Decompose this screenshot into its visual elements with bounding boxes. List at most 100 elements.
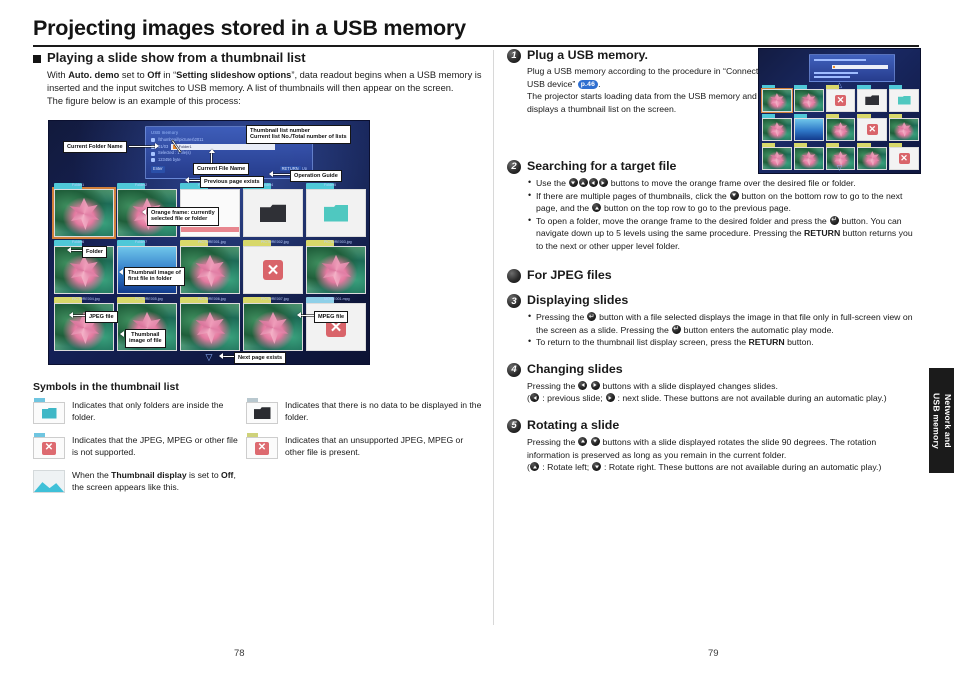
thumbnail-label: Folder7 [135, 240, 148, 244]
thumbnail-cell [857, 85, 888, 112]
paragraph: ( : previous slide; : next slide. These … [527, 393, 887, 404]
thumbnail-pane [52, 187, 116, 239]
step-2-title: Searching for a target file [527, 159, 677, 174]
symbols-row: ✕ Indicates that the JPEG, MPEG or other… [33, 433, 483, 459]
folder-closed-icon [865, 95, 880, 105]
thumbnail-cell[interactable]: PICTURE003.jpg [306, 240, 366, 294]
symbol-text-bold-1: Thumbnail display [111, 470, 187, 480]
side-tab-network-usb-memory: Network and USB memory [929, 368, 954, 473]
callout-thumbnail-list-number-line2: Current list No./Total number of lists [250, 134, 347, 141]
thumbnail-pane: ✕ [857, 117, 888, 141]
section-heading: Playing a slide show from a thumbnail li… [47, 50, 306, 65]
osd-enter-key: Enter [151, 165, 165, 173]
step-2-body: Use the buttons to move the orange frame… [527, 176, 919, 252]
thumbnail-cell[interactable]: PICTURE007.jpg [243, 297, 303, 351]
callout-current-folder-name: Current Folder Name [63, 141, 127, 153]
enter-button-icon [671, 324, 681, 334]
bullet-item: Use the buttons to move the orange frame… [527, 176, 919, 190]
callout-arrow-icon [119, 269, 123, 275]
intro-bold-setting-slideshow: Setting slideshow options [176, 69, 292, 80]
thumbnail-cell[interactable]: PICTURE002.jpg ✕ [243, 240, 303, 294]
thumbnail-cell[interactable]: PICTURE001.jpg [180, 240, 240, 294]
folder-unsupported-file-icon: ✕ [246, 433, 278, 459]
page-title-block: Projecting images stored in a USB memory [33, 16, 919, 48]
step-3-title: Displaying slides [527, 293, 629, 308]
osd-list-no: 01/03 [158, 143, 169, 149]
thumbnail-pane [857, 146, 888, 170]
folder-body [246, 402, 278, 424]
osd-line [814, 72, 858, 74]
title-divider [33, 44, 919, 48]
page-reference-badge[interactable]: p.46 [577, 79, 599, 90]
thumbnail-cell[interactable]: Folder5 [306, 183, 366, 237]
callout-line [129, 145, 155, 147]
osd-row4-icon [151, 158, 155, 163]
step-2-bullets: Use the buttons to move the orange frame… [527, 176, 919, 252]
intro-text-1: With [47, 69, 69, 80]
thumbnail-cell [762, 114, 792, 141]
osd-row3-icon [151, 151, 155, 156]
thumbnail-cell [889, 85, 919, 112]
osd-path: \\thumbnail\pictures\2011 [158, 136, 204, 142]
callout-thumb-first-file: Thumbnail image of first file in folder [124, 267, 185, 286]
symbol-item: Indicates that only folders are inside t… [33, 398, 246, 424]
photo-thumbnail [890, 118, 918, 140]
thumbnail-cell [793, 114, 824, 141]
thumbnail-label: PICTURE004.jpg [72, 297, 100, 301]
return-key-label: RETURN [804, 228, 841, 239]
side-tab-label: Network and USB memory [931, 392, 954, 449]
x-glyph: ✕ [255, 441, 269, 455]
thumbnail-label: PICTURE005.jpg [135, 297, 163, 301]
thumbnail-cell[interactable]: PICTURE006.jpg [180, 297, 240, 351]
symbol-text: Indicates that there is no data to be di… [285, 400, 482, 422]
left-arrow-button-icon [588, 178, 598, 188]
callout-jpeg-file: JPEG file [85, 311, 118, 323]
square-bullet-icon [33, 55, 41, 63]
thumbnail-list-figure: USB memory \\thumbnail\pictures\2011 01/… [48, 120, 370, 365]
thumbnail-cell[interactable]: MOVIE001.mpg ✕ [306, 297, 366, 351]
thumbnail-cell: ✕ [825, 85, 856, 112]
osd-row4-text: 123456 byte [158, 157, 181, 162]
thumbnail-pane [793, 117, 824, 141]
step-5-body: Pressing the buttons with a slide displa… [527, 436, 919, 474]
osd-row3-text: Selected : 1 file(s) [158, 150, 191, 156]
image-placeholder-body [33, 470, 65, 493]
thumbnail-cell [889, 114, 919, 141]
column-divider [493, 50, 494, 625]
step-1-text-a: Plug a USB memory according to the proce… [527, 66, 770, 89]
photo-thumbnail [794, 147, 823, 169]
screenshot-osd-panel [809, 54, 895, 82]
intro-text-3: in “ [160, 69, 177, 80]
callout-mpeg-file: MPEG file [314, 311, 349, 323]
paragraph: Pressing the buttons with a slide displa… [527, 436, 877, 460]
folder-closed-icon [260, 204, 286, 222]
section-heading-row: Playing a slide show from a thumbnail li… [33, 50, 483, 66]
step-1-body: Plug a USB memory according to the proce… [527, 65, 772, 115]
thumbnail-pane [889, 88, 919, 112]
symbols-row: Indicates that only folders are inside t… [33, 398, 483, 424]
folder-no-data-icon [246, 398, 278, 424]
folder-open-icon [897, 95, 911, 105]
thumbnail-pane [180, 246, 240, 294]
intro-paragraph: With Auto. demo set to Off in “Setting s… [47, 69, 483, 95]
next-page-chevron-icon: ▽ [836, 165, 843, 172]
symbol-text-a: When the [72, 470, 112, 480]
thumbnail-cell[interactable]: Folder1 [52, 183, 116, 239]
folder-closed-glyph [253, 407, 271, 419]
thumbnail-pane [306, 246, 366, 294]
next-page-chevron-icon: ▽ [205, 352, 213, 362]
folder-open-glyph [41, 407, 57, 419]
right-arrow-button-icon [605, 393, 615, 403]
step-4: 4 Changing slides Pressing the buttons w… [507, 362, 919, 405]
thumbnail-cell[interactable]: PICTURE004.jpg [54, 297, 114, 351]
folder-open-icon [324, 204, 348, 222]
up-arrow-button-icon [578, 178, 588, 188]
thumbnail-label: PICTURE001.jpg [198, 240, 226, 244]
unsupported-x-icon: ✕ [866, 123, 878, 135]
callout-line [73, 314, 85, 316]
thumbnail-pane [793, 146, 824, 170]
enter-button-icon [587, 312, 597, 322]
thumbnail-cell [761, 85, 793, 113]
callout-arrow-icon [155, 142, 159, 149]
thumbnail-cell[interactable]: Folder4 [243, 183, 303, 237]
